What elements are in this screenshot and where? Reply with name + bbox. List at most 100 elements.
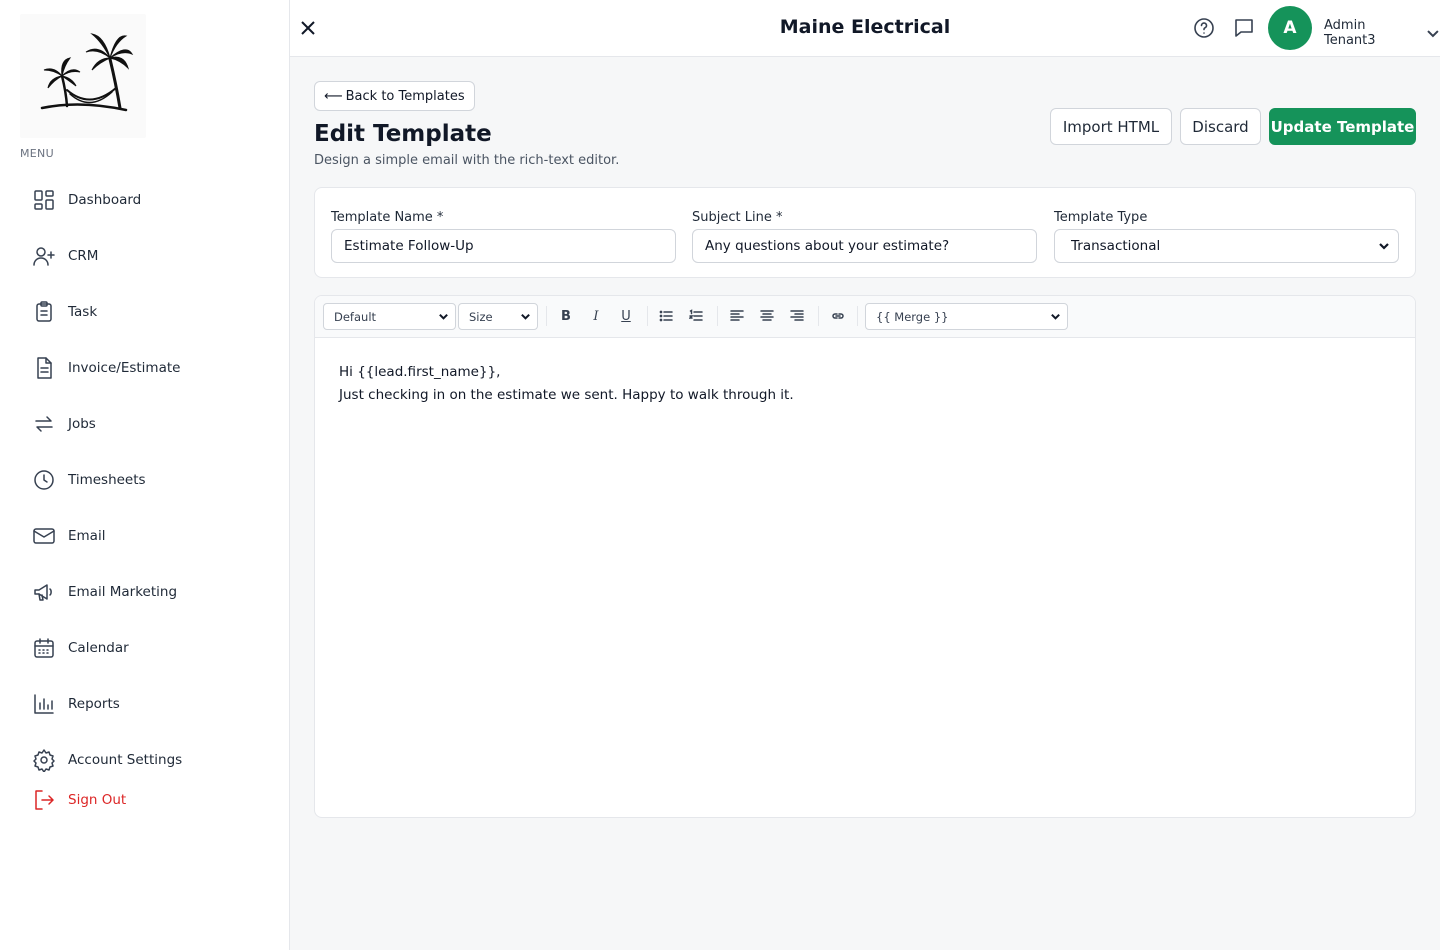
template-name-input[interactable]: Estimate Follow-Up: [331, 229, 676, 263]
back-label: Back to Templates: [345, 88, 465, 104]
sidebar-item-crm[interactable]: CRM: [20, 236, 270, 276]
clipboard-icon: [20, 300, 68, 324]
size-select-value: Size: [469, 309, 493, 324]
chat-button[interactable]: [1232, 16, 1256, 40]
calendar-icon: [20, 636, 68, 660]
sidebar-item-label: Email Marketing: [68, 584, 178, 600]
megaphone-icon: [20, 580, 68, 604]
link-button[interactable]: [827, 305, 849, 327]
top-bar: Maine Electrical A Admin Tenant3: [290, 0, 1440, 57]
align-center-button[interactable]: [756, 305, 778, 327]
sidebar-item-label: Reports: [68, 696, 120, 712]
sidebar-item-label: CRM: [68, 248, 99, 264]
template-type-label: Template Type: [1054, 210, 1148, 225]
bold-button[interactable]: B: [555, 305, 577, 327]
back-to-templates-button[interactable]: ⟵ Back to Templates: [314, 81, 475, 111]
sidebar-item-label: Timesheets: [68, 472, 146, 488]
chevron-down-icon: [439, 313, 448, 320]
align-left-button[interactable]: [726, 305, 748, 327]
sidebar-item-label: Calendar: [68, 640, 129, 656]
dashboard-icon: [20, 188, 68, 212]
editor-line: Just checking in on the estimate we sent…: [339, 387, 794, 403]
arrows-exchange-icon: [20, 412, 68, 436]
template-type-value: Transactional: [1071, 238, 1161, 254]
template-name-field: Template Name * Estimate Follow-Up: [331, 210, 676, 263]
align-right-icon: [790, 310, 804, 321]
subject-line-input[interactable]: Any questions about your estimate?: [692, 229, 1037, 263]
toolbar-divider: [818, 306, 819, 326]
editor-toolbar: Default Size B I U {{Merge}}: [315, 296, 1415, 338]
italic-icon: I: [593, 308, 599, 324]
help-button[interactable]: [1192, 16, 1216, 40]
sidebar-item-timesheets[interactable]: Timesheets: [20, 460, 270, 500]
font-select[interactable]: Default: [323, 303, 456, 330]
align-center-icon: [760, 310, 774, 321]
underline-button[interactable]: U: [615, 305, 637, 327]
avatar[interactable]: A: [1268, 6, 1312, 50]
help-icon: [1194, 18, 1214, 38]
bullet-list-icon: [659, 310, 673, 322]
bar-chart-icon: [20, 692, 68, 716]
page-title: Edit Template: [314, 121, 492, 147]
discard-button[interactable]: Discard: [1180, 108, 1261, 145]
toolbar-divider: [546, 306, 547, 326]
editor-content[interactable]: Hi {{lead.first_name}}, Just checking in…: [339, 361, 794, 407]
user-menu[interactable]: Admin Tenant3: [1324, 18, 1440, 48]
sidebar-item-email[interactable]: Email: [20, 516, 270, 556]
toolbar-divider: [717, 306, 718, 326]
document-icon: [20, 356, 68, 380]
underline-icon: U: [621, 308, 631, 324]
align-left-icon: [730, 310, 744, 321]
template-type-field: Template Type Transactional: [1054, 210, 1399, 263]
numbered-list-button[interactable]: [685, 305, 707, 327]
merge-field-select[interactable]: {{ Merge }}: [865, 303, 1068, 330]
sidebar-item-jobs[interactable]: Jobs: [20, 404, 270, 444]
sidebar-item-label: Task: [68, 304, 98, 320]
template-name-label: Template Name *: [331, 210, 444, 225]
bullet-list-button[interactable]: [655, 305, 677, 327]
italic-button[interactable]: I: [585, 305, 607, 327]
update-template-button[interactable]: Update Template: [1269, 108, 1416, 145]
logout-icon: [20, 788, 68, 812]
sidebar-item-account-settings[interactable]: Account Settings: [20, 740, 270, 780]
sign-out-label: Sign Out: [68, 792, 127, 808]
sidebar-item-task[interactable]: Task: [20, 292, 270, 332]
sidebar-item-dashboard[interactable]: Dashboard: [20, 180, 270, 220]
align-right-button[interactable]: [786, 305, 808, 327]
sidebar-item-label: Invoice/Estimate: [68, 360, 181, 376]
sidebar-item-reports[interactable]: Reports: [20, 684, 270, 724]
chevron-down-icon: [1379, 243, 1389, 250]
merge-field-value: {{ Merge }}: [876, 309, 949, 324]
import-html-button[interactable]: Import HTML: [1050, 108, 1172, 145]
clock-icon: [20, 468, 68, 492]
sidebar-item-email-marketing[interactable]: Email Marketing: [20, 572, 270, 612]
envelope-icon: [20, 524, 68, 548]
toolbar-divider: [857, 306, 858, 326]
bold-icon: B: [561, 308, 571, 324]
chevron-down-icon: [1427, 30, 1439, 38]
subject-line-label: Subject Line *: [692, 210, 783, 225]
template-type-select[interactable]: Transactional: [1054, 229, 1399, 263]
sidebar-item-label: Account Settings: [68, 752, 183, 768]
link-icon: [832, 313, 844, 319]
sidebar-item-label: Jobs: [68, 416, 96, 432]
arrow-left-icon: ⟵: [324, 88, 343, 104]
sidebar-item-calendar[interactable]: Calendar: [20, 628, 270, 668]
close-button[interactable]: [296, 16, 320, 40]
user-plus-icon: [20, 244, 68, 268]
chat-icon: [1235, 19, 1253, 37]
gear-icon: [20, 748, 68, 772]
chevron-down-icon: [521, 313, 530, 320]
size-select[interactable]: Size: [458, 303, 538, 330]
sign-out-button[interactable]: Sign Out: [20, 780, 270, 820]
font-select-value: Default: [334, 309, 377, 324]
sidebar-item-invoice-estimate[interactable]: Invoice/Estimate: [20, 348, 270, 388]
page-subtitle: Design a simple email with the rich-text…: [314, 153, 620, 168]
subject-line-field: Subject Line * Any questions about your …: [692, 210, 1037, 263]
close-icon: [301, 21, 315, 35]
toolbar-divider: [647, 306, 648, 326]
user-name: Admin Tenant3: [1324, 18, 1376, 48]
editor-line: Hi {{lead.first_name}},: [339, 364, 501, 380]
sidebar: MENU Dashboard CRM Task Invoice/Estimate…: [0, 0, 290, 950]
company-logo[interactable]: [20, 14, 146, 138]
